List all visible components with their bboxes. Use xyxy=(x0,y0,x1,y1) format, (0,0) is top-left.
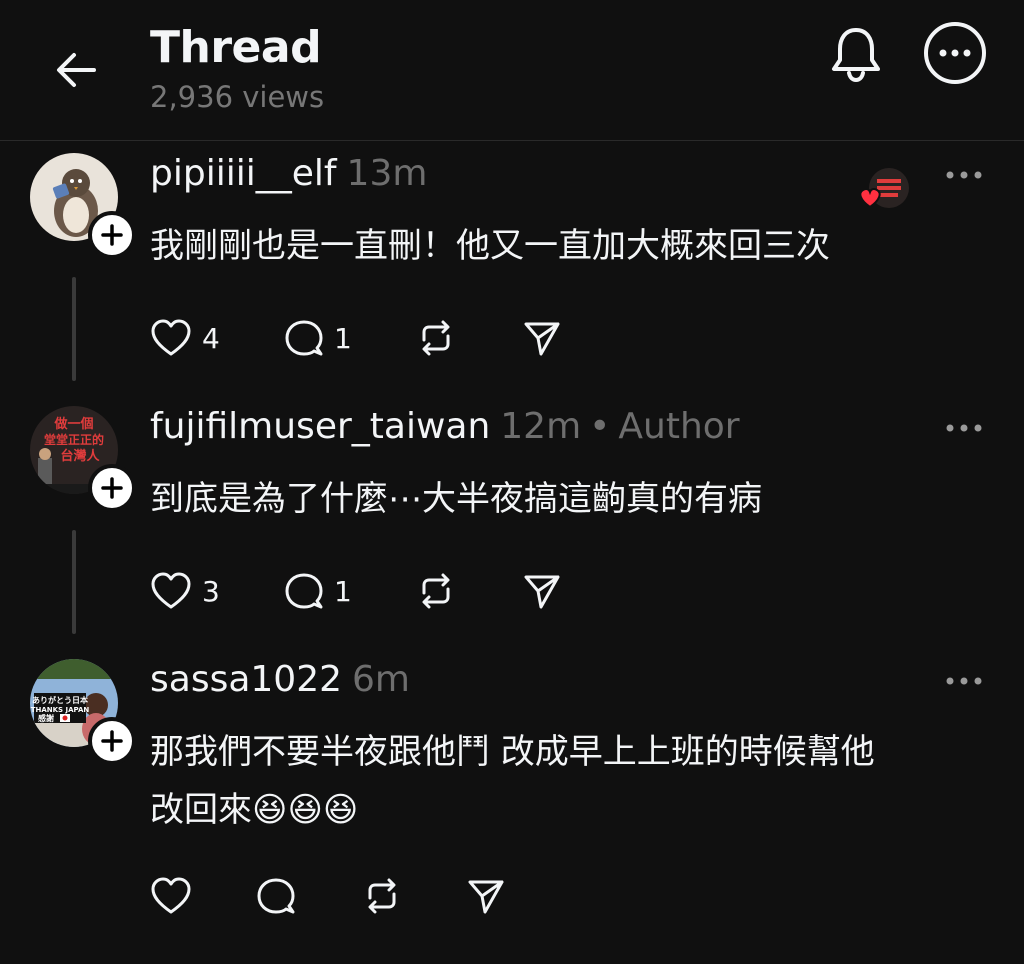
heart-icon xyxy=(151,319,191,356)
thread-header: Thread 2,936 views xyxy=(0,0,1024,141)
back-button[interactable] xyxy=(48,42,104,98)
notifications-button[interactable] xyxy=(824,22,888,86)
repost-button[interactable] xyxy=(362,871,402,921)
plus-icon xyxy=(101,730,123,752)
thread-connector-line xyxy=(72,277,76,381)
plus-icon xyxy=(101,477,123,499)
comment-text: 我剛剛也是一直刪！他又一直加大概來回三次 xyxy=(150,226,830,266)
ellipsis-icon xyxy=(946,677,982,685)
like-button[interactable]: 3 xyxy=(150,566,220,616)
share-button[interactable] xyxy=(522,313,562,363)
follow-button[interactable] xyxy=(88,211,136,259)
avatar-sign-line1: ありがとう日本 xyxy=(32,695,88,705)
repost-icon xyxy=(422,320,450,356)
username[interactable]: sassa1022 xyxy=(150,659,342,700)
repost-icon xyxy=(422,573,450,609)
follow-button[interactable] xyxy=(88,717,136,765)
liked-by-author-badge xyxy=(856,167,912,215)
avatar-sign-line1: 做一個 xyxy=(53,416,93,432)
repost-button[interactable] xyxy=(416,566,456,616)
follow-button[interactable] xyxy=(88,464,136,512)
speech-bubble-icon xyxy=(285,320,323,356)
more-options-button[interactable] xyxy=(922,20,988,86)
send-icon xyxy=(524,575,560,609)
speech-bubble-icon xyxy=(285,573,323,609)
reply-button[interactable] xyxy=(256,871,296,921)
comment-text: 那我們不要半夜跟他鬥 改成早上上班的時候幫他 改回來😆😆😆 xyxy=(150,723,990,839)
username[interactable]: pipiiiii__elf xyxy=(150,153,337,194)
avatar-container xyxy=(30,153,136,259)
reply-button[interactable]: 1 xyxy=(284,313,352,363)
speech-bubble-icon xyxy=(257,878,295,914)
comment-text-line: 改回來😆😆😆 xyxy=(150,790,359,830)
reply-button[interactable]: 1 xyxy=(284,566,352,616)
avatar-sign-line3: 感謝 xyxy=(38,713,54,723)
avatar-container: ありがとう日本 THANKS JAPAN 感謝 xyxy=(30,659,136,765)
meta-separator: • xyxy=(589,406,611,447)
send-icon xyxy=(524,322,560,356)
timestamp: 13m xyxy=(346,153,428,194)
comment-item: 做一個 堂堂正正的 台灣人 fujifilmuser_taiwan 12m • Aut… xyxy=(0,406,1024,646)
comment-meta: fujifilmuser_taiwan 12m • Author xyxy=(150,406,740,447)
like-button[interactable]: 4 xyxy=(150,313,220,363)
reply-count: 1 xyxy=(334,574,352,608)
share-button[interactable] xyxy=(466,871,506,921)
repost-icon xyxy=(368,878,396,914)
like-count: 3 xyxy=(202,574,220,608)
heart-icon xyxy=(151,572,191,609)
comment-item: ありがとう日本 THANKS JAPAN 感謝 sassa1022 6m 那我們不… xyxy=(0,659,1024,939)
bell-icon xyxy=(832,28,880,83)
avatar-sign-line2: 堂堂正正的 xyxy=(44,432,104,447)
like-count: 4 xyxy=(202,321,220,355)
plus-icon xyxy=(101,224,123,246)
arrow-left-icon xyxy=(57,53,96,87)
comment-item: pipiiiii__elf 13m 我剛剛也是一直刪！他又一直加大概來回三次 4 … xyxy=(0,153,1024,393)
avatar-sign-line3: 台灣人 xyxy=(60,448,100,464)
like-button[interactable] xyxy=(150,871,192,921)
send-icon xyxy=(468,880,504,914)
comment-meta: pipiiiii__elf 13m xyxy=(150,153,427,194)
timestamp: 6m xyxy=(352,659,410,700)
avatar-container: 做一個 堂堂正正的 台灣人 xyxy=(30,406,136,512)
username[interactable]: fujifilmuser_taiwan xyxy=(150,406,490,447)
page-title: Thread xyxy=(150,22,322,73)
heart-icon xyxy=(151,877,191,914)
ellipsis-icon xyxy=(946,171,982,179)
comment-more-button[interactable] xyxy=(940,163,988,187)
thread-connector-line xyxy=(72,530,76,634)
repost-button[interactable] xyxy=(416,313,456,363)
ellipsis-icon xyxy=(946,424,982,432)
author-badge: Author xyxy=(618,406,740,447)
share-button[interactable] xyxy=(522,566,562,616)
view-count: 2,936 views xyxy=(150,80,325,114)
comment-more-button[interactable] xyxy=(940,416,988,440)
more-circle-icon xyxy=(924,22,986,84)
avatar-sign-line2: THANKS JAPAN xyxy=(31,706,90,714)
reply-count: 1 xyxy=(334,321,352,355)
timestamp: 12m xyxy=(500,406,582,447)
comment-text-line: 那我們不要半夜跟他鬥 改成早上上班的時候幫他 xyxy=(150,732,875,772)
comment-text: 到底是為了什麼⋯大半夜搞這齣真的有病 xyxy=(150,479,762,519)
author-liked-avatar-icon xyxy=(859,168,909,209)
comment-more-button[interactable] xyxy=(940,669,988,693)
comment-meta: sassa1022 6m xyxy=(150,659,410,700)
